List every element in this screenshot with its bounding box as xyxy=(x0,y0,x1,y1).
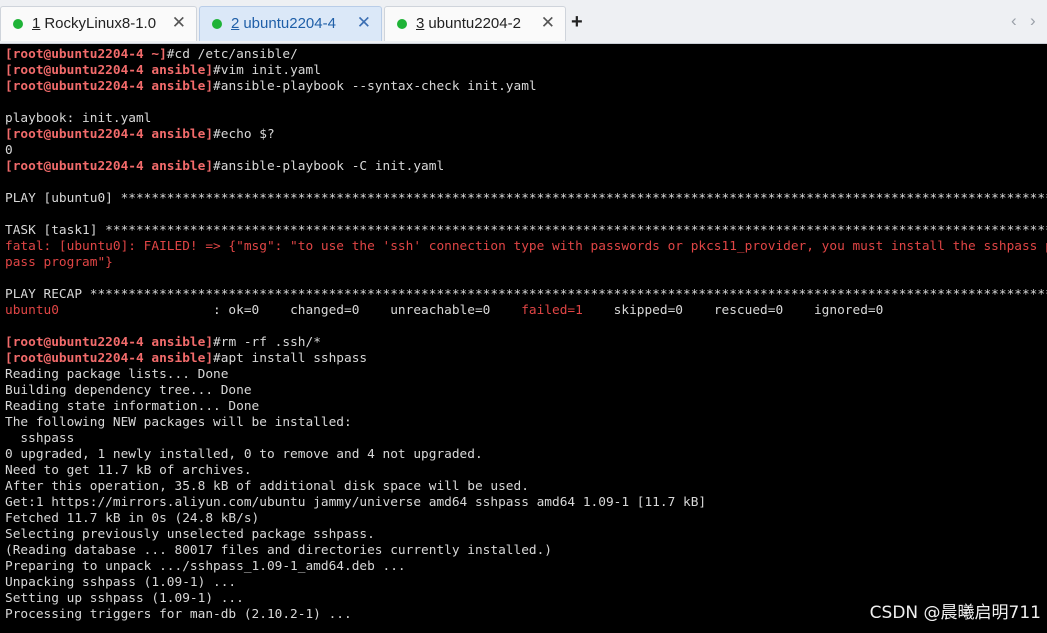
error-text: pass program"} xyxy=(5,255,113,270)
terminal-line: 0 xyxy=(5,143,1047,159)
terminal-line: Reading package lists... Done xyxy=(5,367,1047,383)
output-text: (Reading database ... 80017 files and di… xyxy=(5,543,553,558)
terminal-line: [root@ubuntu2204-4 ansible]#rm -rf .ssh/… xyxy=(5,335,1047,351)
output-text: PLAY [ubuntu0] *************************… xyxy=(5,191,1047,206)
connected-status-icon xyxy=(397,19,407,29)
output-text: TASK [task1] ***************************… xyxy=(5,223,1047,238)
shell-prompt: [root@ubuntu2204-4 ~] xyxy=(5,47,167,62)
terminal-line: ubuntu0 : ok=0 changed=0 unreachable=0 f… xyxy=(5,303,1047,319)
output-text: Building dependency tree... Done xyxy=(5,383,252,398)
watermark: CSDN @晨曦启明711 xyxy=(869,603,1041,623)
terminal-line: (Reading database ... 80017 files and di… xyxy=(5,543,1047,559)
scroll-tabs-left-icon[interactable]: ‹ xyxy=(1011,11,1017,31)
shell-prompt: [root@ubuntu2204-4 ansible] xyxy=(5,63,214,78)
terminal-line: fatal: [ubuntu0]: FAILED! => {"msg": "to… xyxy=(5,239,1047,255)
terminal-line: [root@ubuntu2204-4 ansible]#echo $? xyxy=(5,127,1047,143)
output-text: Fetched 11.7 kB in 0s (24.8 kB/s) xyxy=(5,511,260,526)
terminal-line: The following NEW packages will be insta… xyxy=(5,415,1047,431)
terminal-line: Preparing to unpack .../sshpass_1.09-1_a… xyxy=(5,559,1047,575)
tab-label: 3 ubuntu2204-2 xyxy=(416,15,521,32)
terminal-line: Selecting previously unselected package … xyxy=(5,527,1047,543)
terminal-line: sshpass xyxy=(5,431,1047,447)
terminal-line: Unpacking sshpass (1.09-1) ... xyxy=(5,575,1047,591)
terminal-line: PLAY [ubuntu0] *************************… xyxy=(5,191,1047,207)
shell-prompt: [root@ubuntu2204-4 ansible] xyxy=(5,335,214,350)
output-text: 0 upgraded, 1 newly installed, 0 to remo… xyxy=(5,447,483,462)
tab-ubuntu2204-4[interactable]: 2 ubuntu2204-4 ✕ xyxy=(199,6,382,41)
output-text: Reading state information... Done xyxy=(5,399,260,414)
terminal-line: [root@ubuntu2204-4 ansible]#apt install … xyxy=(5,351,1047,367)
terminal-line: PLAY RECAP *****************************… xyxy=(5,287,1047,303)
shell-prompt: [root@ubuntu2204-4 ansible] xyxy=(5,351,214,366)
output-text: After this operation, 35.8 kB of additio… xyxy=(5,479,529,494)
terminal-line: After this operation, 35.8 kB of additio… xyxy=(5,479,1047,495)
output-text: #ansible-playbook -C init.yaml xyxy=(213,159,445,174)
output-text: #apt install sshpass xyxy=(213,351,368,366)
error-text: fatal: [ubuntu0]: FAILED! => {"msg": "to… xyxy=(5,239,1047,254)
output-text: Processing triggers for man-db (2.10.2-1… xyxy=(5,607,352,622)
terminal-line: TASK [task1] ***************************… xyxy=(5,223,1047,239)
terminal-lines: [root@ubuntu2204-4 ~]#cd /etc/ansible/[r… xyxy=(5,47,1047,623)
output-text: #ansible-playbook --syntax-check init.ya… xyxy=(213,79,537,94)
output-text: playbook: init.yaml xyxy=(5,111,152,126)
terminal-line: 0 upgraded, 1 newly installed, 0 to remo… xyxy=(5,447,1047,463)
output-text: Get:1 https://mirrors.aliyun.com/ubuntu … xyxy=(5,495,707,510)
terminal-output[interactable]: [root@ubuntu2204-4 ~]#cd /etc/ansible/[r… xyxy=(0,44,1047,633)
terminal-line: Reading state information... Done xyxy=(5,399,1047,415)
output-text: skipped=0 rescued=0 ignored=0 xyxy=(582,303,884,318)
output-text: #vim init.yaml xyxy=(213,63,321,78)
close-tab-icon[interactable]: ✕ xyxy=(541,13,555,33)
shell-prompt: [root@ubuntu2204-4 ansible] xyxy=(5,79,214,94)
output-text: #echo $? xyxy=(213,127,275,142)
new-tab-button[interactable]: + xyxy=(571,10,583,34)
shell-prompt: [root@ubuntu2204-4 ansible] xyxy=(5,159,214,174)
terminal-line: Get:1 https://mirrors.aliyun.com/ubuntu … xyxy=(5,495,1047,511)
close-tab-icon[interactable]: ✕ xyxy=(172,13,186,33)
output-text: PLAY RECAP *****************************… xyxy=(5,287,1047,302)
error-text: failed=1 xyxy=(521,303,583,318)
connected-status-icon xyxy=(13,19,23,29)
terminal-line: [root@ubuntu2204-4 ansible]#ansible-play… xyxy=(5,159,1047,175)
tab-rockylinux8[interactable]: 1 RockyLinux8-1.0 ✕ xyxy=(0,6,197,41)
output-text: : ok=0 changed=0 unreachable=0 xyxy=(58,303,522,318)
output-text: Preparing to unpack .../sshpass_1.09-1_a… xyxy=(5,559,406,574)
terminal-line: Fetched 11.7 kB in 0s (24.8 kB/s) xyxy=(5,511,1047,527)
tab-ubuntu2204-2[interactable]: 3 ubuntu2204-2 ✕ xyxy=(384,6,566,41)
error-text: ubuntu0 xyxy=(5,303,59,318)
output-text: Need to get 11.7 kB of archives. xyxy=(5,463,252,478)
shell-prompt: [root@ubuntu2204-4 ansible] xyxy=(5,127,214,142)
output-text: The following NEW packages will be insta… xyxy=(5,415,352,430)
terminal-line: [root@ubuntu2204-4 ~]#cd /etc/ansible/ xyxy=(5,47,1047,63)
output-text: Setting up sshpass (1.09-1) ... xyxy=(5,591,244,606)
tab-label: 1 RockyLinux8-1.0 xyxy=(32,15,157,32)
connected-status-icon xyxy=(212,19,222,29)
output-text: #rm -rf .ssh/* xyxy=(213,335,321,350)
tab-bar: 1 RockyLinux8-1.0 ✕ 2 ubuntu2204-4 ✕ 3 ubun… xyxy=(0,0,1047,44)
terminal-line: [root@ubuntu2204-4 ansible]#vim init.yam… xyxy=(5,63,1047,79)
terminal-line: Need to get 11.7 kB of archives. xyxy=(5,463,1047,479)
output-text: #cd /etc/ansible/ xyxy=(166,47,298,62)
tab-label: 2 ubuntu2204-4 xyxy=(231,15,336,32)
terminal-line: Building dependency tree... Done xyxy=(5,383,1047,399)
output-text: Unpacking sshpass (1.09-1) ... xyxy=(5,575,237,590)
output-text: Reading package lists... Done xyxy=(5,367,229,382)
output-text: Selecting previously unselected package … xyxy=(5,527,375,542)
terminal-line: [root@ubuntu2204-4 ansible]#ansible-play… xyxy=(5,79,1047,95)
scroll-tabs-right-icon[interactable]: › xyxy=(1030,11,1036,31)
output-text: 0 xyxy=(5,143,13,158)
terminal-line: playbook: init.yaml xyxy=(5,111,1047,127)
terminal-line: pass program"} xyxy=(5,255,1047,271)
close-tab-icon[interactable]: ✕ xyxy=(357,13,371,33)
output-text: sshpass xyxy=(5,431,75,446)
